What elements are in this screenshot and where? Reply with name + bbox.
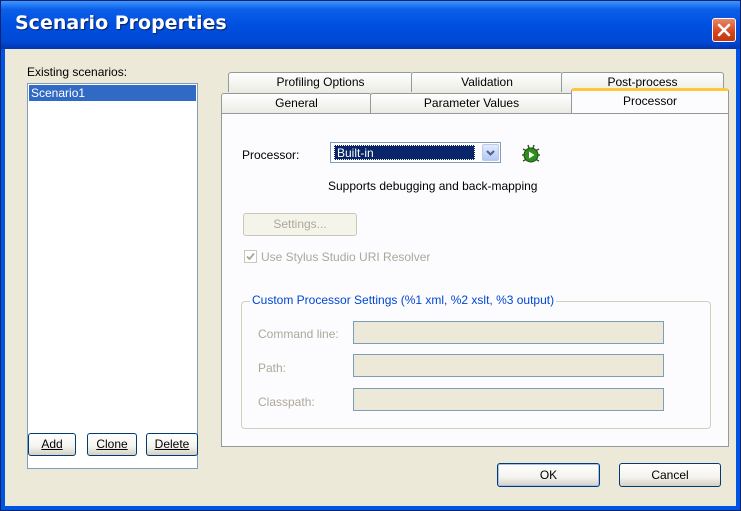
tab-label: Validation <box>461 75 513 89</box>
tab-label: Parameter Values <box>423 96 520 110</box>
list-item[interactable]: Scenario1 <box>29 85 196 101</box>
classpath-label: Classpath: <box>258 395 315 409</box>
clone-button-label: Clone <box>96 437 128 451</box>
processor-select[interactable]: Built-in <box>330 142 501 163</box>
classpath-field[interactable] <box>353 388 664 411</box>
cancel-button-label: Cancel <box>651 468 689 482</box>
custom-processor-title: Custom Processor Settings (%1 xml, %2 xs… <box>250 293 557 307</box>
processor-description: Supports debugging and back-mapping <box>328 179 538 193</box>
tab-label: General <box>275 96 318 110</box>
command-line-field[interactable] <box>353 321 664 344</box>
path-field[interactable] <box>353 354 664 377</box>
dropdown-button[interactable] <box>482 144 499 161</box>
dialog-window: Scenario Properties Existing scenarios: … <box>0 0 741 511</box>
path-label: Path: <box>258 361 287 375</box>
tab-profiling-options[interactable]: Profiling Options <box>228 72 413 92</box>
tab-general[interactable]: General <box>221 93 372 113</box>
close-button[interactable] <box>712 18 736 42</box>
scenarios-list[interactable]: Scenario1 <box>27 83 198 469</box>
processor-label: Processor: <box>242 148 300 162</box>
delete-button-label: Delete <box>154 437 190 451</box>
window-title: Scenario Properties <box>15 12 227 34</box>
tab-label: Profiling Options <box>276 75 365 89</box>
cancel-button[interactable]: Cancel <box>619 463 721 487</box>
add-button[interactable]: Add <box>28 433 76 456</box>
tab-processor[interactable]: Processor <box>571 88 729 113</box>
settings-button-label: Settings... <box>273 217 327 231</box>
settings-button[interactable]: Settings... <box>243 213 357 236</box>
existing-scenarios-label: Existing scenarios: <box>27 65 128 79</box>
tab-parameter-values[interactable]: Parameter Values <box>370 93 573 113</box>
command-line-label: Command line: <box>258 327 339 341</box>
delete-button[interactable]: Delete <box>146 433 198 456</box>
tab-label: Post-process <box>607 75 678 89</box>
uri-resolver-checkbox[interactable] <box>244 250 257 263</box>
dialog-body: Existing scenarios: Scenario1 Add Clone … <box>5 49 736 506</box>
add-button-label: Add <box>41 437 63 451</box>
ok-button-label: OK <box>539 468 558 482</box>
clone-button[interactable]: Clone <box>87 433 137 456</box>
title-bar[interactable]: Scenario Properties <box>1 1 740 49</box>
uri-resolver-label: Use Stylus Studio URI Resolver <box>261 250 431 264</box>
tab-label: Processor <box>622 94 678 108</box>
ok-button[interactable]: OK <box>497 463 600 487</box>
processor-select-value: Built-in <box>334 145 475 160</box>
debug-bug-icon <box>519 141 543 168</box>
tab-validation[interactable]: Validation <box>411 72 563 92</box>
